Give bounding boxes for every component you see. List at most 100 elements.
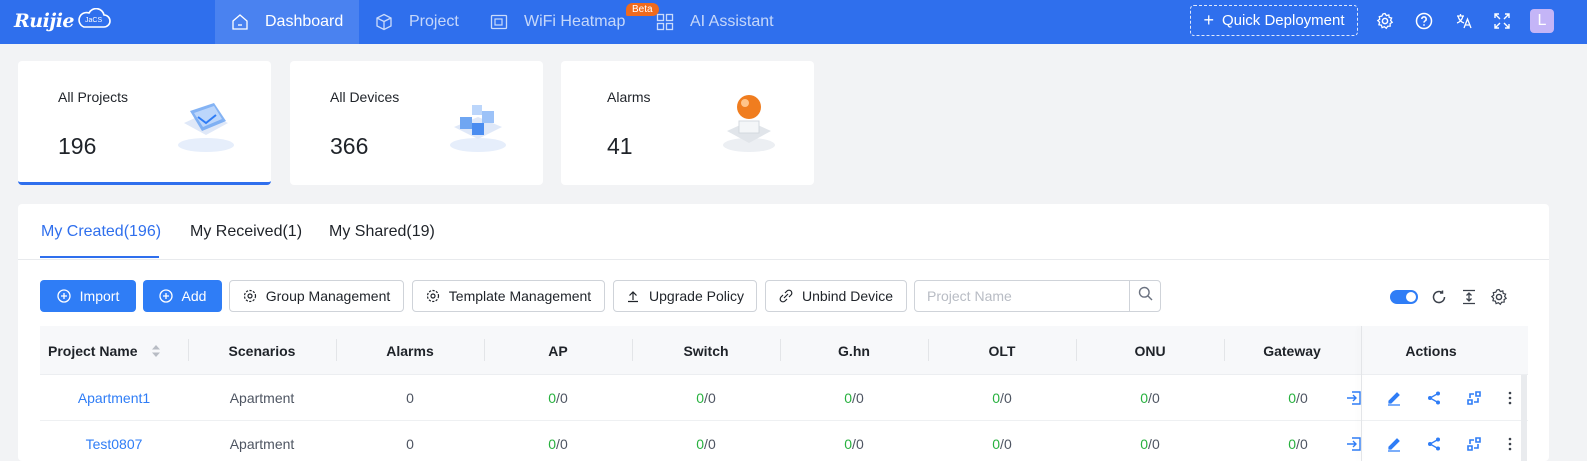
nav-ai-assistant-label: AI Assistant <box>690 13 774 30</box>
edit-icon[interactable] <box>1385 389 1403 407</box>
online-count: 0 <box>992 436 1001 452</box>
total-count: 0 <box>1299 436 1308 452</box>
total-count: 0 <box>1151 390 1160 406</box>
online-count: 0 <box>696 390 705 406</box>
table-settings-gear-icon[interactable] <box>1489 287 1509 307</box>
column-header-alarms: Alarms <box>386 342 434 359</box>
switch-cell: 0/0 <box>632 421 780 461</box>
alarm-illustration-icon <box>723 95 775 152</box>
ap-cell: 0/0 <box>484 421 632 461</box>
olt-cell: 0/0 <box>928 375 1076 421</box>
quick-deployment-button[interactable]: + Quick Deployment <box>1190 5 1358 36</box>
column-header-gateway: Gateway <box>1263 342 1321 359</box>
online-count: 0 <box>992 390 1001 406</box>
add-button[interactable]: Add <box>143 280 222 312</box>
onu-cell: 0/0 <box>1076 421 1224 461</box>
unbind-device-label: Unbind Device <box>801 288 894 304</box>
edit-icon[interactable] <box>1385 435 1403 453</box>
nav-ai-assistant[interactable]: AI Assistant <box>656 0 774 44</box>
share-icon[interactable] <box>1425 389 1443 407</box>
grid-icon <box>656 13 674 31</box>
tab-my-shared[interactable]: My Shared(19) <box>329 223 435 241</box>
brand-badge: JaCS <box>85 17 103 24</box>
transfer-icon[interactable] <box>1465 389 1483 407</box>
group-management-button[interactable]: Group Management <box>229 280 404 312</box>
stat-value: 196 <box>58 133 97 159</box>
table-scrollbar[interactable] <box>1521 375 1527 461</box>
gear-icon <box>426 289 440 303</box>
unlink-icon <box>779 289 793 303</box>
column-header-ghn: G.hn <box>838 342 870 359</box>
tab-my-received[interactable]: My Received(1) <box>190 223 302 241</box>
column-height-icon[interactable] <box>1459 287 1479 307</box>
plus-circle-icon <box>158 289 173 303</box>
search-button[interactable] <box>1129 281 1160 311</box>
online-count: 0 <box>548 436 557 452</box>
settings-gear-icon[interactable] <box>1375 11 1395 31</box>
import-button[interactable]: Import <box>40 280 136 312</box>
total-count: 0 <box>707 390 716 406</box>
stat-card-alarms[interactable]: Alarms 41 <box>561 61 814 185</box>
nav-project[interactable]: Project <box>375 0 459 44</box>
project-name-link[interactable]: Test0807 <box>40 421 188 461</box>
nav-dashboard[interactable]: Dashboard <box>215 0 359 44</box>
actions-column-divider <box>1361 326 1362 461</box>
projects-panel: My Created(196) My Received(1) My Shared… <box>18 204 1549 461</box>
search-icon <box>1138 286 1153 306</box>
tab-my-created[interactable]: My Created(196) <box>41 223 161 241</box>
switch-cell: 0/0 <box>632 375 780 421</box>
total-count: 0 <box>855 436 864 452</box>
help-icon[interactable] <box>1414 11 1434 31</box>
column-header-actions: Actions <box>1405 342 1457 359</box>
more-options-icon[interactable] <box>1501 435 1519 453</box>
scenario-cell: Apartment <box>229 436 295 452</box>
translate-icon[interactable] <box>1454 11 1474 31</box>
transfer-icon[interactable] <box>1465 435 1483 453</box>
total-count: 0 <box>1003 436 1012 452</box>
ap-cell: 0/0 <box>484 375 632 421</box>
share-icon[interactable] <box>1425 435 1443 453</box>
user-avatar[interactable]: L <box>1530 9 1554 33</box>
column-header-olt: OLT <box>988 342 1016 359</box>
nav-wifi-heatmap-label: WiFi Heatmap <box>524 13 626 30</box>
online-count: 0 <box>1140 390 1149 406</box>
active-tab-underline <box>40 256 159 258</box>
plus-icon: + <box>1203 10 1214 30</box>
upgrade-policy-button[interactable]: Upgrade Policy <box>613 280 757 312</box>
upgrade-policy-label: Upgrade Policy <box>649 288 744 304</box>
view-toggle-switch[interactable] <box>1390 290 1418 304</box>
project-name-link[interactable]: Apartment1 <box>40 375 188 421</box>
column-header-scenarios: Scenarios <box>228 342 296 359</box>
add-label: Add <box>181 288 207 304</box>
plus-circle-icon <box>57 289 71 303</box>
project-search <box>914 280 1161 312</box>
beta-badge: Beta <box>626 3 659 16</box>
total-count: 0 <box>559 436 568 452</box>
column-header-project-name[interactable]: Project Name <box>40 326 188 375</box>
online-count: 0 <box>696 436 705 452</box>
sort-icon[interactable] <box>151 343 161 359</box>
nav-wifi-heatmap[interactable]: WiFi Heatmap <box>490 0 625 44</box>
online-count: 0 <box>1140 436 1149 452</box>
total-count: 0 <box>559 390 568 406</box>
more-options-icon[interactable] <box>1501 389 1519 407</box>
refresh-icon[interactable] <box>1429 287 1449 307</box>
ghn-cell: 0/0 <box>780 375 928 421</box>
column-header-switch: Switch <box>683 342 729 359</box>
template-management-label: Template Management <box>448 288 592 304</box>
unbind-device-button[interactable]: Unbind Device <box>765 280 907 312</box>
online-count: 0 <box>548 390 557 406</box>
template-management-button[interactable]: Template Management <box>412 280 605 312</box>
stat-card-all-projects[interactable]: All Projects 196 <box>18 61 271 185</box>
ruijie-logo[interactable]: Ruijie JaCS <box>14 8 114 34</box>
cube-icon <box>375 13 393 31</box>
home-icon <box>231 13 249 31</box>
stat-label: All Devices <box>330 89 400 105</box>
upload-icon <box>626 289 640 303</box>
project-tabs: My Created(196) My Received(1) My Shared… <box>18 204 1549 260</box>
stat-card-all-devices[interactable]: All Devices 366 <box>290 61 543 185</box>
top-navigation-bar: Ruijie JaCS Dashboard Project WiFi Heatm… <box>0 0 1587 44</box>
project-name-search-input[interactable] <box>915 281 1130 311</box>
fullscreen-icon[interactable] <box>1492 11 1512 31</box>
nav-project-label: Project <box>409 13 459 30</box>
